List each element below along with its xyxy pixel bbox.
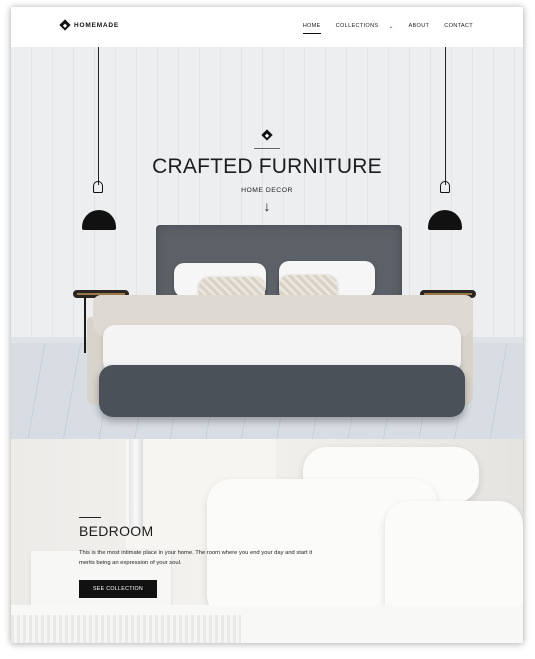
see-collection-button[interactable]: SEE COLLECTION (79, 580, 157, 598)
chevron-down-icon[interactable]: ⌄ (388, 23, 393, 30)
bedroom-knit-blanket (11, 615, 241, 643)
brand-name: HOMEMADE (74, 21, 120, 29)
diamond-logo-icon (59, 19, 71, 31)
bedroom-description: This is the most intimate place in your … (79, 550, 313, 566)
glass-lamp (129, 439, 143, 531)
nav-item-contact[interactable]: CONTACT (444, 23, 473, 30)
hero-banner: CRAFTED FURNITURE HOME DECOR ↓ (11, 47, 523, 439)
nav-item-about[interactable]: ABOUT (408, 23, 429, 30)
hero-divider (254, 148, 280, 149)
side-table-left-leg (84, 297, 86, 353)
arrow-down-icon[interactable]: ↓ (11, 199, 523, 213)
bedroom-section: BEDROOM This is the most intimate place … (11, 439, 523, 643)
hero-title: CRAFTED FURNITURE (152, 155, 382, 178)
bedroom-title: BEDROOM (79, 523, 154, 539)
brand-logo[interactable]: HOMEMADE (59, 19, 120, 31)
page-frame: HOMEMADE HOME COLLECTIONS ⌄ ABOUT CONTAC… (11, 7, 523, 643)
bed-base (99, 365, 465, 417)
hero-subtitle: HOME DECOR (241, 187, 293, 194)
main-menu: HOME COLLECTIONS ⌄ ABOUT CONTACT (288, 23, 473, 34)
nav-item-collections[interactable]: COLLECTIONS (336, 23, 379, 30)
top-navbar: HOMEMADE HOME COLLECTIONS ⌄ ABOUT CONTAC… (11, 7, 523, 47)
nav-item-home[interactable]: HOME (302, 23, 321, 34)
bedroom-divider (79, 517, 101, 518)
